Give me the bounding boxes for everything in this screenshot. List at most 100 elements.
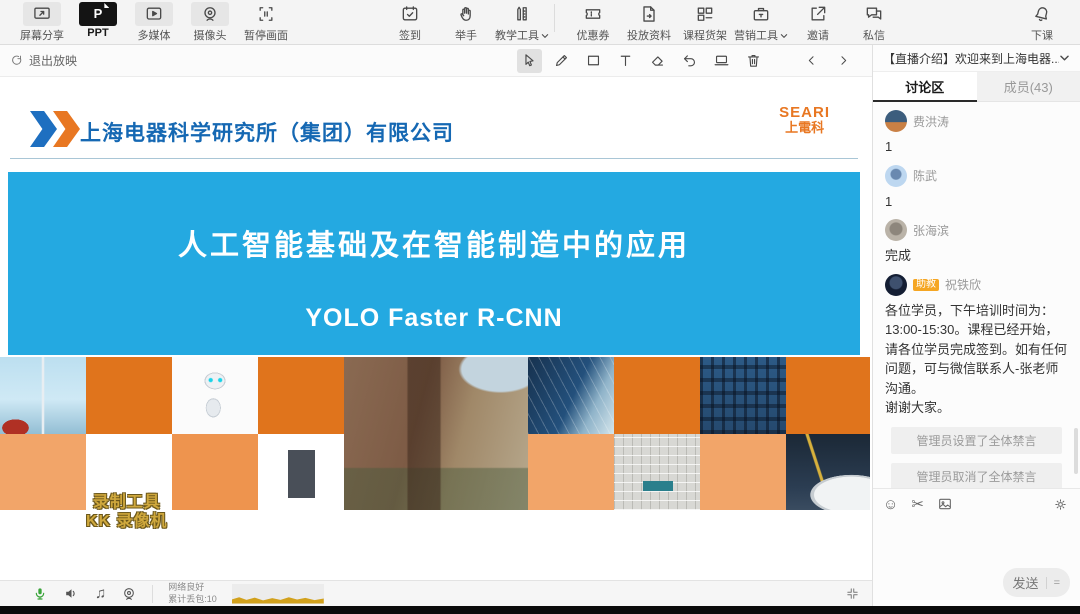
screenshot-scissors-icon[interactable]: ✂ xyxy=(911,497,924,512)
raise-hand-button[interactable]: 举手 xyxy=(438,2,494,43)
orange-tile xyxy=(0,434,86,511)
avatar xyxy=(885,274,907,296)
status-bar: ♫ 网络良好 累计丢包:10 xyxy=(0,580,872,606)
live-chat-sidebar: 【直播介绍】欢迎来到上海电器... 讨论区 成员(43) 费洪涛 1 陈武 1 … xyxy=(872,45,1080,606)
chat-message: 陈武 1 xyxy=(885,165,1068,212)
orange-tile xyxy=(528,434,614,511)
private-message-label: 私信 xyxy=(863,27,885,43)
avatar xyxy=(885,165,907,187)
teaching-tools-icon xyxy=(503,2,541,26)
course-shelf-button[interactable]: 课程货架 xyxy=(677,2,733,43)
slide-title: 人工智能基础及在智能制造中的应用 xyxy=(8,172,860,264)
teaching-tools-button[interactable]: 教学工具 xyxy=(494,2,550,43)
seari-logo: SEARI 上電科 xyxy=(779,105,830,134)
electric-car-photo xyxy=(786,434,870,511)
live-intro-header[interactable]: 【直播介绍】欢迎来到上海电器... xyxy=(873,45,1080,72)
orange-tile xyxy=(258,357,344,434)
photo-collage xyxy=(0,357,870,510)
private-message-button[interactable]: 私信 xyxy=(846,2,902,43)
invite-label: 邀请 xyxy=(807,27,829,43)
slide-title-banner: 人工智能基础及在智能制造中的应用 YOLO Faster R-CNN xyxy=(8,172,860,355)
screen-share-icon xyxy=(23,2,61,26)
microphone-icon[interactable] xyxy=(32,586,48,602)
sidebar-scrollbar[interactable] xyxy=(1074,428,1078,474)
toolbar-separator xyxy=(554,4,555,32)
pause-screen-label: 暂停画面 xyxy=(244,27,288,43)
sign-in-button[interactable]: 签到 xyxy=(382,2,438,43)
cursor-tool-icon[interactable] xyxy=(517,49,542,73)
materials-button[interactable]: 投放资料 xyxy=(621,2,677,43)
avatar xyxy=(885,219,907,241)
marketing-tools-icon xyxy=(742,2,780,26)
chat-settings-gear-icon[interactable] xyxy=(1053,497,1068,512)
chat-message: 张海滨 完成 xyxy=(885,219,1068,266)
chat-user-name: 祝铁欣 xyxy=(945,276,981,293)
send-button[interactable]: 发送 = xyxy=(1003,568,1070,597)
send-options[interactable]: = xyxy=(1054,577,1060,589)
undo-tool-icon[interactable] xyxy=(677,49,702,73)
camera-button[interactable]: 摄像头 xyxy=(182,2,238,43)
chat-user-name: 费洪涛 xyxy=(913,113,949,130)
screen-share-label: 屏幕分享 xyxy=(20,27,64,43)
whiteboard-tool-icon[interactable] xyxy=(709,49,734,73)
multimedia-icon xyxy=(135,2,173,26)
pause-screen-button[interactable]: 暂停画面 xyxy=(238,2,294,43)
chat-input[interactable] xyxy=(883,521,1043,571)
sign-in-label: 签到 xyxy=(399,27,421,43)
screen-share-button[interactable]: 屏幕分享 xyxy=(14,2,70,43)
speaker-icon[interactable] xyxy=(63,585,80,602)
course-shelf-icon xyxy=(686,2,724,26)
chat-user-name: 张海滨 xyxy=(913,222,949,239)
wind-turbine-photo xyxy=(0,357,86,434)
slide-subtitle: YOLO Faster R-CNN xyxy=(8,304,860,333)
tab-members[interactable]: 成员(43) xyxy=(977,72,1080,102)
webcam-icon[interactable] xyxy=(121,586,137,602)
orange-tile xyxy=(172,434,258,511)
chevron-blue-icon xyxy=(30,111,57,147)
company-name: 上海电器科学研究所（集团）有限公司 xyxy=(80,117,454,147)
orange-tile xyxy=(786,357,870,434)
rectangle-tool-icon[interactable] xyxy=(581,49,606,73)
music-icon[interactable]: ♫ xyxy=(95,585,106,602)
tab-discussion[interactable]: 讨论区 xyxy=(873,72,977,102)
network-info: 网络良好 累计丢包:10 xyxy=(168,582,217,605)
eraser-tool-icon[interactable] xyxy=(645,49,670,73)
chat-input-area: ☺ ✂ 发送 = xyxy=(873,488,1080,606)
status-separator xyxy=(152,585,153,603)
letterbox-strip xyxy=(0,606,1080,614)
next-page-icon[interactable] xyxy=(831,49,856,73)
marketing-tools-label: 营销工具 xyxy=(734,27,788,43)
chat-user-name: 陈武 xyxy=(913,167,937,184)
chevron-orange-icon xyxy=(53,111,80,147)
raise-hand-icon xyxy=(447,2,485,26)
exit-slideshow-button[interactable]: 退出放映 xyxy=(10,52,77,69)
trash-tool-icon[interactable] xyxy=(741,49,766,73)
image-upload-icon[interactable] xyxy=(937,496,953,512)
invite-button[interactable]: 邀请 xyxy=(790,2,846,43)
collapse-view-icon[interactable] xyxy=(845,586,860,601)
network-status: 网络良好 xyxy=(168,582,217,593)
chat-message-text: 完成 xyxy=(885,246,1068,266)
emoji-icon[interactable]: ☺ xyxy=(883,497,898,512)
prev-page-icon[interactable] xyxy=(799,49,824,73)
coupon-button[interactable]: 优惠券 xyxy=(565,2,621,43)
end-class-button[interactable]: 下课 xyxy=(1014,2,1070,43)
anechoic-chamber-photo xyxy=(614,434,700,511)
multimedia-button[interactable]: 多媒体 xyxy=(126,2,182,43)
sidebar-tabs: 讨论区 成员(43) xyxy=(873,72,1080,102)
ppt-icon: P xyxy=(79,2,117,26)
system-message: 管理员设置了全体禁言 xyxy=(891,427,1062,454)
pencil-tool-icon[interactable] xyxy=(549,49,574,73)
raise-hand-label: 举手 xyxy=(455,27,477,43)
recorder-watermark-line2: KK 录像机 xyxy=(86,512,168,531)
chat-message: 助教 祝铁欣 各位学员，下午培训时间为：13:00-15:30。课程已经开始，请… xyxy=(885,274,1068,418)
camera-icon xyxy=(191,2,229,26)
circuit-breaker-photo xyxy=(258,434,344,511)
network-graph-bars xyxy=(232,595,324,604)
chevron-down-icon xyxy=(1059,54,1070,62)
text-tool-icon[interactable] xyxy=(613,49,638,73)
teaching-tools-label: 教学工具 xyxy=(495,27,549,43)
seari-logo-cn: 上電科 xyxy=(779,121,830,135)
marketing-tools-button[interactable]: 营销工具 xyxy=(733,2,789,43)
ppt-button[interactable]: P PPT xyxy=(70,2,126,39)
